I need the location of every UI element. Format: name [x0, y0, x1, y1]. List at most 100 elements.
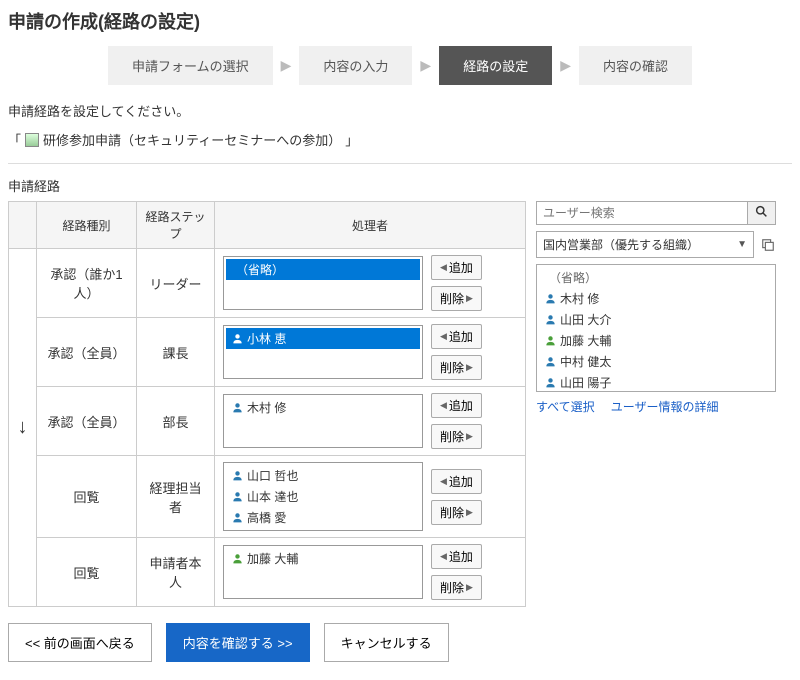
table-row: ↓承認（誰か1人）リーダー（省略）◀追加削除▶: [9, 249, 526, 318]
section-title: 申請経路: [8, 176, 792, 195]
processor-name: 加藤 大輔: [247, 550, 298, 567]
main-content: 経路種別 経路ステップ 処理者 ↓承認（誰か1人）リーダー（省略）◀追加削除▶承…: [8, 201, 792, 607]
table-header-arrow: [9, 202, 37, 249]
list-item[interactable]: 山田 大介: [539, 309, 773, 330]
processor-name: 小林 恵: [247, 330, 286, 347]
remove-button[interactable]: 削除▶: [431, 500, 482, 525]
processor-name: 木村 修: [560, 290, 599, 307]
processor-cell: 木村 修 ◀追加削除▶: [215, 387, 526, 456]
side-panel: 国内営業部（優先する組織） ▼ （省略） 木村 修山田 大介加藤 大輔中村 健太山…: [536, 201, 776, 415]
user-detail-link[interactable]: ユーザー情報の詳細: [611, 398, 719, 415]
route-step-cell: 課長: [137, 318, 215, 387]
list-item[interactable]: 中村 健太: [539, 351, 773, 372]
triangle-left-icon: ◀: [440, 476, 447, 487]
org-row: 国内営業部（優先する組織） ▼: [536, 231, 776, 258]
route-type-cell: 回覧: [37, 538, 137, 607]
table-header-type: 経路種別: [37, 202, 137, 249]
processor-name: 山田 陽子: [560, 374, 611, 391]
remove-button[interactable]: 削除▶: [431, 286, 482, 311]
route-step-cell: リーダー: [137, 249, 215, 318]
processor-list[interactable]: 山口 哲也山本 達也高橋 愛: [223, 462, 423, 531]
form-name-row: 「 研修参加申請（セキュリティーセミナーへの参加） 」: [8, 130, 792, 149]
triangle-right-icon: ▶: [466, 431, 473, 442]
form-name-suffix: 」: [345, 130, 358, 149]
triangle-right-icon: ▶: [466, 362, 473, 373]
route-step-cell: 申請者本人: [137, 538, 215, 607]
cancel-button[interactable]: キャンセルする: [324, 623, 449, 662]
route-type-cell: 承認（誰か1人）: [37, 249, 137, 318]
triangle-right-icon: ▶: [466, 507, 473, 518]
list-item[interactable]: （省略）: [226, 259, 420, 280]
remove-button[interactable]: 削除▶: [431, 355, 482, 380]
triangle-left-icon: ◀: [440, 551, 447, 562]
list-item[interactable]: 山口 哲也: [226, 465, 420, 486]
add-button[interactable]: ◀追加: [431, 469, 482, 494]
chevron-down-icon: ▼: [737, 239, 747, 250]
processor-list[interactable]: 小林 恵: [223, 325, 423, 379]
processor-list[interactable]: 加藤 大輔: [223, 545, 423, 599]
processor-name: 山口 哲也: [247, 467, 298, 484]
select-all-link[interactable]: すべて選択: [536, 398, 595, 415]
remove-button[interactable]: 削除▶: [431, 424, 482, 449]
list-item[interactable]: 山本 達也: [226, 486, 420, 507]
processor-list[interactable]: （省略）: [223, 256, 423, 310]
org-select[interactable]: 国内営業部（優先する組織） ▼: [536, 231, 754, 258]
table-row: 回覧経理担当者山口 哲也山本 達也高橋 愛◀追加削除▶: [9, 456, 526, 538]
route-type-cell: 承認（全員）: [37, 318, 137, 387]
chevron-right-icon: ▶: [420, 57, 431, 74]
user-icon: [545, 293, 556, 304]
processor-cell: 加藤 大輔 ◀追加削除▶: [215, 538, 526, 607]
links-row: すべて選択 ユーザー情報の詳細: [536, 398, 776, 415]
processor-name: 加藤 大輔: [560, 332, 611, 349]
arrow-down-icon: ↓: [9, 249, 37, 607]
stepper: 申請フォームの選択 ▶ 内容の入力 ▶ 経路の設定 ▶ 内容の確認: [8, 46, 792, 85]
add-button[interactable]: ◀追加: [431, 255, 482, 280]
processor-list[interactable]: 木村 修: [223, 394, 423, 448]
search-row: [536, 201, 776, 225]
processor-cell: 小林 恵 ◀追加削除▶: [215, 318, 526, 387]
triangle-right-icon: ▶: [466, 293, 473, 304]
route-table: 経路種別 経路ステップ 処理者 ↓承認（誰か1人）リーダー（省略）◀追加削除▶承…: [8, 201, 526, 607]
org-select-value: 国内営業部（優先する組織）: [543, 236, 699, 253]
instruction-text: 申請経路を設定してください。: [8, 101, 792, 120]
user-list[interactable]: （省略）木村 修山田 大介加藤 大輔中村 健太山田 陽子小林 恵: [536, 264, 776, 392]
processor-name: （省略）: [549, 269, 597, 286]
list-item[interactable]: 加藤 大輔: [539, 330, 773, 351]
processor-name: 山本 達也: [247, 488, 298, 505]
route-type-cell: 承認（全員）: [37, 387, 137, 456]
back-button[interactable]: << 前の画面へ戻る: [8, 623, 152, 662]
page-title: 申請の作成(経路の設定): [8, 8, 792, 34]
route-step-cell: 経理担当者: [137, 456, 215, 538]
form-icon: [25, 133, 39, 147]
add-button[interactable]: ◀追加: [431, 544, 482, 569]
list-item[interactable]: 高橋 愛: [226, 507, 420, 528]
list-item[interactable]: 小林 恵: [226, 328, 420, 349]
list-item[interactable]: （省略）: [539, 267, 773, 288]
step-0: 申請フォームの選択: [108, 46, 273, 85]
table-row: 承認（全員）課長 小林 恵 ◀追加削除▶: [9, 318, 526, 387]
processor-name: 高橋 愛: [247, 509, 286, 526]
list-item[interactable]: 加藤 大輔: [226, 548, 420, 569]
processor-cell: 山口 哲也山本 達也高橋 愛 ◀追加削除▶: [215, 456, 526, 538]
list-item[interactable]: 木村 修: [226, 397, 420, 418]
triangle-left-icon: ◀: [440, 400, 447, 411]
search-button[interactable]: [747, 202, 775, 224]
list-item[interactable]: 木村 修: [539, 288, 773, 309]
triangle-left-icon: ◀: [440, 262, 447, 273]
list-item[interactable]: 山田 陽子: [539, 372, 773, 392]
processor-name: 中村 健太: [560, 353, 611, 370]
copy-icon[interactable]: [760, 237, 776, 253]
route-type-cell: 回覧: [37, 456, 137, 538]
add-button[interactable]: ◀追加: [431, 324, 482, 349]
processor-name: 山田 大介: [560, 311, 611, 328]
step-3: 内容の確認: [579, 46, 692, 85]
add-button[interactable]: ◀追加: [431, 393, 482, 418]
bottom-bar: << 前の画面へ戻る 内容を確認する >> キャンセルする: [8, 623, 792, 662]
table-header-processor: 処理者: [215, 202, 526, 249]
search-input[interactable]: [537, 202, 747, 224]
remove-button[interactable]: 削除▶: [431, 575, 482, 600]
step-2: 経路の設定: [439, 46, 552, 85]
search-icon: [755, 206, 768, 221]
chevron-right-icon: ▶: [560, 57, 571, 74]
confirm-button[interactable]: 内容を確認する >>: [166, 623, 310, 662]
